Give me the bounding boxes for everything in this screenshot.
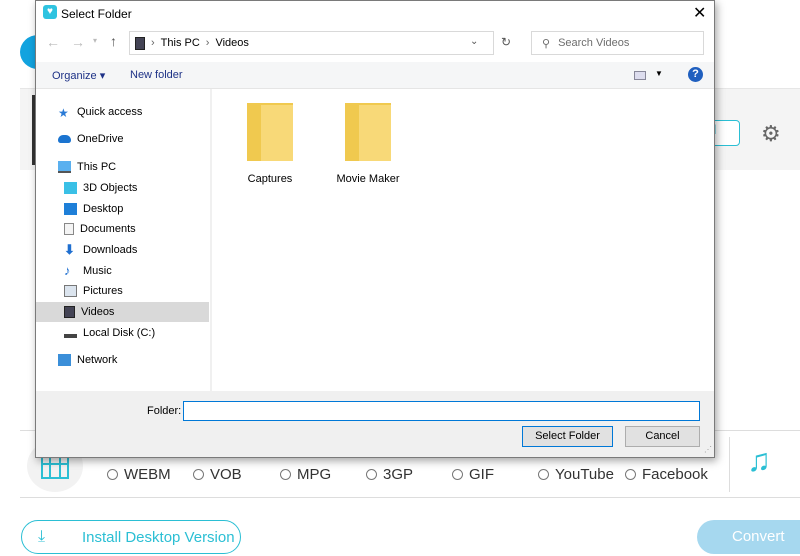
convert-button[interactable]: Convert [697, 520, 800, 554]
breadcrumb-this-pc[interactable]: This PC [161, 37, 200, 49]
format-label: MPG [297, 466, 332, 483]
file-list: Captures Movie Maker [212, 89, 714, 391]
organize-menu[interactable]: Organize ▾ [52, 69, 105, 82]
search-icon: ⚲ [542, 37, 551, 50]
format-label: 3GP [383, 466, 414, 483]
toolbar: Organize ▾ New folder ▼ ? [36, 62, 714, 89]
select-folder-dialog: ♥ Select Folder ✕ ← → ▾ ↑ › This PC › Vi… [35, 0, 715, 458]
cloud-icon [58, 135, 71, 143]
select-folder-button[interactable]: Select Folder [522, 426, 613, 447]
dialog-title: Select Folder [61, 7, 132, 21]
cube-icon [64, 182, 77, 194]
tree-item-onedrive[interactable]: OneDrive [58, 129, 231, 149]
title-bar: ♥ Select Folder ✕ [36, 1, 714, 26]
divider [20, 497, 800, 498]
new-folder-button[interactable]: New folder [130, 69, 183, 81]
view-options-icon[interactable] [634, 71, 646, 80]
folder-icon [247, 103, 293, 161]
star-icon: ★ [58, 106, 69, 120]
format-label: VOB [210, 466, 242, 483]
view-dropdown-icon[interactable]: ▼ [655, 69, 663, 78]
help-icon[interactable]: ? [688, 67, 703, 82]
format-label: GIF [469, 466, 494, 483]
music-note-icon: ♪ [64, 263, 71, 278]
format-radio-youtube[interactable]: YouTube [538, 466, 614, 483]
breadcrumb-videos[interactable]: Videos [215, 37, 248, 49]
back-arrow-icon[interactable]: ← [46, 34, 60, 50]
recent-dropdown-icon[interactable]: ▾ [93, 36, 97, 45]
network-icon [58, 354, 71, 366]
separator-icon: › [151, 37, 155, 49]
up-arrow-icon[interactable]: ↑ [110, 33, 117, 49]
film-icon [135, 36, 145, 50]
gear-icon[interactable]: ⚙ [761, 121, 781, 147]
tree-item-quick-access[interactable]: ★ Quick access [58, 102, 231, 122]
navigation-tree: ★ Quick access OneDrive This PC 3D Object… [36, 89, 211, 391]
document-icon [64, 223, 74, 235]
drive-icon [64, 329, 77, 338]
format-radio-mpg[interactable]: MPG [280, 466, 331, 483]
folder-item[interactable]: Movie Maker [328, 103, 408, 185]
format-label: Facebook [642, 466, 708, 483]
search-placeholder: Search Videos [558, 37, 630, 49]
navigation-bar: ← → ▾ ↑ › This PC › Videos ⌄ ↻ ⚲ Search V… [36, 26, 714, 62]
install-desktop-button[interactable]: ⤓ Install Desktop Version [21, 520, 241, 554]
format-radio-facebook[interactable]: Facebook [625, 466, 708, 483]
folder-icon [345, 103, 391, 161]
desktop-icon [64, 203, 77, 215]
folder-input[interactable] [183, 401, 700, 421]
close-icon[interactable]: ✕ [693, 3, 706, 23]
separator-icon: › [205, 37, 210, 49]
refresh-icon[interactable]: ↻ [501, 35, 511, 49]
folder-item[interactable]: Captures [230, 103, 310, 185]
music-icon[interactable]: ♫ [747, 442, 771, 479]
format-label: WEBM [124, 466, 171, 483]
resize-grip-icon[interactable]: ⋰ [704, 445, 712, 454]
forward-arrow-icon[interactable]: → [71, 34, 85, 50]
picture-icon [64, 285, 77, 297]
film-icon [64, 306, 75, 318]
monitor-icon [58, 161, 71, 173]
download-arrow-icon: ⬇ [64, 242, 75, 257]
app-icon: ♥ [43, 5, 57, 19]
folder-label: Folder: [147, 405, 182, 417]
install-label: Install Desktop Version [82, 528, 235, 546]
format-radio-webm[interactable]: WEBM [107, 466, 171, 483]
format-label: YouTube [555, 466, 614, 483]
address-bar[interactable]: › This PC › Videos ⌄ [129, 31, 494, 55]
format-radio-gif[interactable]: GIF [452, 466, 494, 483]
divider-vertical [729, 437, 730, 492]
search-input[interactable]: ⚲ Search Videos [531, 31, 704, 55]
tree-item-network[interactable]: Network [58, 350, 231, 370]
tree-item-videos[interactable]: Videos [36, 302, 209, 322]
format-radio-vob[interactable]: VOB [193, 466, 242, 483]
download-icon: ⤓ [38, 528, 46, 545]
cancel-button[interactable]: Cancel [625, 426, 700, 447]
chevron-down-icon[interactable]: ⌄ [470, 36, 478, 47]
tree-item-this-pc[interactable]: This PC [58, 157, 231, 177]
format-radio-3gp[interactable]: 3GP [366, 466, 413, 483]
